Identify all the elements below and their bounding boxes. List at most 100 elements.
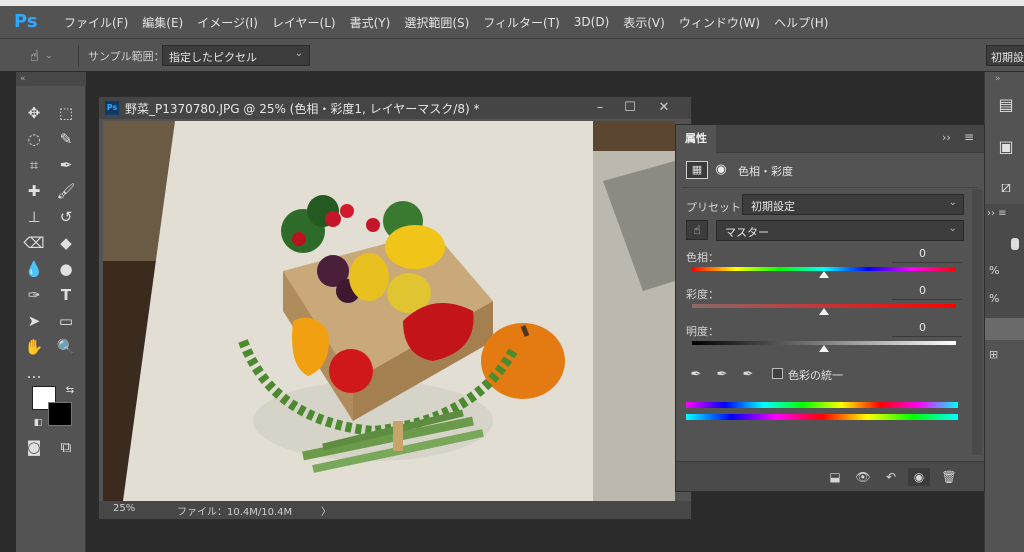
panel-menu-icon[interactable]: ›› ≡ (987, 208, 1007, 219)
zoom-tool-icon[interactable]: 🔍 (54, 336, 78, 358)
move-tool-icon[interactable]: ✥ (22, 102, 46, 124)
quick-mask-icon[interactable]: ◙ (22, 436, 46, 458)
sample-range-select[interactable]: 指定したピクセル ⌄ (162, 45, 310, 66)
scrollbar[interactable] (972, 189, 982, 455)
pen-tool-icon[interactable]: ✑ (22, 284, 46, 306)
targeted-adjustment-icon[interactable]: ☝ (686, 220, 708, 240)
slider-knob[interactable] (1011, 238, 1019, 250)
swap-colors-icon[interactable]: ⇆ (58, 380, 82, 402)
menu-filter[interactable]: フィルター(T) (483, 14, 559, 31)
history-brush-tool-icon[interactable]: ↺ (54, 206, 78, 228)
menu-layer[interactable]: レイヤー(L) (272, 14, 336, 31)
tab-properties[interactable]: 属性 (676, 125, 716, 153)
healing-brush-tool-icon[interactable]: ✚ (22, 180, 46, 202)
eyedropper-minus-icon[interactable]: ✒ (738, 367, 758, 382)
lock-icon[interactable]: ⊞ (989, 348, 998, 361)
adjustment-layer-icon[interactable]: ▦ (686, 161, 708, 179)
sample-range-value: 指定したピクセル (169, 51, 257, 64)
menu-type[interactable]: 書式(Y) (350, 14, 391, 31)
colorize-checkbox[interactable] (772, 368, 783, 379)
menu-bar: Ps ファイル(F) 編集(E) イメージ(I) レイヤー(L) 書式(Y) 選… (0, 6, 1024, 38)
reset-icon[interactable]: ↶ (880, 468, 902, 486)
quick-select-tool-icon[interactable]: ✎ (54, 128, 78, 150)
percent-field[interactable]: % (989, 292, 999, 305)
collapse-icon[interactable]: » (995, 74, 1001, 84)
collapse-icon[interactable]: « (16, 72, 86, 86)
menu-help[interactable]: ヘルプ(H) (774, 14, 828, 31)
rectangle-tool-icon[interactable]: ▭ (54, 310, 78, 332)
colorize-label: 色彩の統一 (788, 369, 843, 382)
layer-row[interactable] (985, 318, 1024, 340)
visibility-icon[interactable]: ◉ (908, 468, 930, 486)
minimize-icon[interactable]: – (585, 97, 615, 119)
channel-value: マスター (725, 226, 769, 239)
document-titlebar[interactable]: Ps 野菜_P1370780.JPG @ 25% (色相・彩度1, レイヤーマス… (99, 97, 691, 119)
marquee-tool-icon[interactable]: ⬚ (54, 102, 78, 124)
eyedropper-tool-icon[interactable]: ✒ (54, 154, 78, 176)
channel-select[interactable]: マスター ⌄ (716, 220, 964, 241)
maximize-icon[interactable]: ☐ (615, 97, 645, 119)
zoom-level[interactable]: 25% (113, 503, 135, 514)
adjustments-panel-icon[interactable]: ⧄ (993, 174, 1019, 200)
status-menu-arrow[interactable]: 〉 (321, 503, 331, 518)
file-size-info: ファイル：10.4M/10.4M (177, 507, 293, 518)
trash-icon[interactable]: 🗑 (938, 468, 960, 486)
divider (78, 45, 79, 67)
hue-slider-thumb[interactable] (819, 271, 829, 278)
eyedropper-plus-icon[interactable]: ✒ (712, 367, 732, 382)
preset-select[interactable]: 初期設定 ⌄ (742, 194, 964, 215)
screen-mode-icon[interactable]: ⧉ (54, 436, 78, 458)
saturation-label: 彩度： (686, 288, 719, 301)
panel-menu-icon[interactable]: ≡ (964, 130, 974, 144)
clip-to-layer-icon[interactable]: ⬓ (824, 468, 846, 486)
menu-select[interactable]: 選択範囲(S) (404, 14, 469, 31)
preset-value: 初期設定 (751, 200, 795, 213)
menu-window[interactable]: ウィンドウ(W) (679, 14, 760, 31)
hand-pointer-icon: ☝ (30, 47, 40, 65)
stamp-tool-icon[interactable]: ⊥ (22, 206, 46, 228)
menu-image[interactable]: イメージ(I) (197, 14, 258, 31)
eyedropper-icon[interactable]: ✒ (686, 367, 706, 382)
crop-tool-icon[interactable]: ⌗ (22, 154, 46, 176)
dodge-tool-icon[interactable]: ● (54, 258, 78, 280)
background-color-swatch[interactable] (48, 402, 72, 426)
expand-icon[interactable]: ›› (942, 131, 951, 144)
document-window: Ps 野菜_P1370780.JPG @ 25% (色相・彩度1, レイヤーマス… (98, 96, 692, 520)
view-previous-icon[interactable]: 👁 (852, 468, 874, 486)
history-panel-icon[interactable]: ▤ (993, 92, 1019, 118)
sample-range-label: サンプル範囲： (88, 50, 165, 63)
divider (682, 187, 978, 188)
lightness-value[interactable]: 0 (892, 321, 962, 337)
properties-panel-icon[interactable]: ▣ (993, 134, 1019, 160)
brush-tool-icon[interactable]: 🖌 (54, 180, 78, 202)
lightness-label: 明度： (686, 325, 719, 338)
right-dock: » ▤ ▣ ⧄ ›› ≡ % % ⊞ (984, 72, 1024, 552)
lightness-slider-thumb[interactable] (819, 345, 829, 352)
tools-panel: « ✥ ⬚ ◌ ✎ ⌗ ✒ ✚ 🖌 ⊥ ↺ ⌫ ◆ 💧 ● ✑ T ➤ ▭ ✋ … (16, 72, 86, 552)
saturation-value[interactable]: 0 (892, 284, 962, 300)
default-colors-icon[interactable]: ◧ (26, 412, 50, 434)
saturation-slider-thumb[interactable] (819, 308, 829, 315)
menu-view[interactable]: 表示(V) (623, 14, 665, 31)
menu-3d[interactable]: 3D(D) (574, 15, 609, 29)
type-tool-icon[interactable]: T (54, 284, 78, 306)
image-canvas[interactable] (103, 121, 675, 501)
menu-file[interactable]: ファイル(F) (64, 14, 128, 31)
document-title: 野菜_P1370780.JPG @ 25% (色相・彩度1, レイヤーマスク/8… (125, 101, 480, 116)
more-tools-icon[interactable]: … (22, 362, 46, 384)
lasso-tool-icon[interactable]: ◌ (22, 128, 46, 150)
hue-value[interactable]: 0 (892, 247, 962, 263)
close-icon[interactable]: ✕ (649, 97, 679, 119)
tool-preset-picker[interactable]: ☝ ⌄ (30, 45, 68, 67)
menu-edit[interactable]: 編集(E) (142, 14, 183, 31)
paint-bucket-tool-icon[interactable]: ◆ (54, 232, 78, 254)
percent-field[interactable]: % (989, 264, 999, 277)
adjustment-title: 色相・彩度 (738, 165, 793, 178)
blur-tool-icon[interactable]: 💧 (22, 258, 46, 280)
hand-tool-icon[interactable]: ✋ (22, 336, 46, 358)
eraser-tool-icon[interactable]: ⌫ (22, 232, 46, 254)
path-select-tool-icon[interactable]: ➤ (22, 310, 46, 332)
chevron-down-icon: ⌄ (948, 223, 957, 234)
reset-button[interactable]: 初期設 (986, 45, 1024, 66)
layer-mask-icon[interactable]: ◉ (712, 161, 730, 179)
